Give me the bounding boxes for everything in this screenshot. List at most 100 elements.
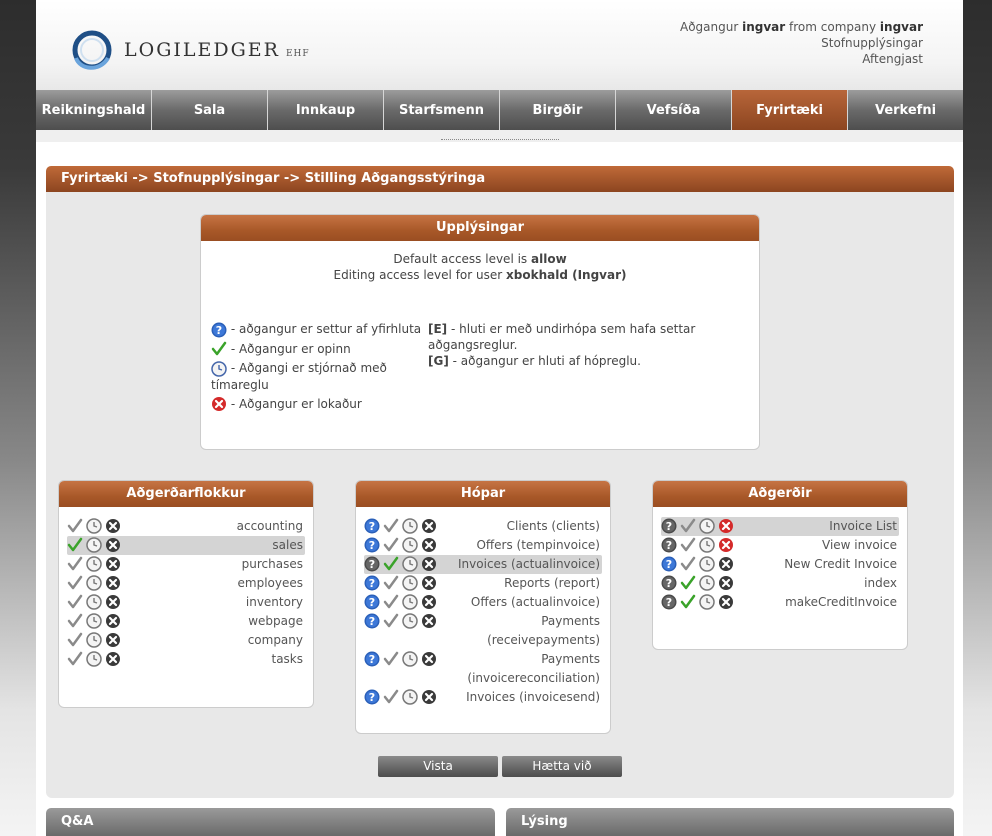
categories-row[interactable]: company xyxy=(67,631,305,650)
clock-icon[interactable] xyxy=(699,575,715,591)
clock-icon[interactable] xyxy=(86,518,102,534)
nav-item-sales[interactable]: Sala xyxy=(152,90,268,130)
actions-row[interactable]: ? New Credit Invoice xyxy=(661,555,899,574)
cross-icon[interactable] xyxy=(421,651,437,667)
cancel-button[interactable]: Hætta við xyxy=(502,756,622,777)
check-icon[interactable] xyxy=(680,575,696,591)
check-icon[interactable] xyxy=(383,575,399,591)
categories-row[interactable]: tasks xyxy=(67,650,305,669)
nav-item-inventory[interactable]: Birgðir xyxy=(500,90,616,130)
question-icon[interactable]: ? xyxy=(364,537,380,553)
cross-icon[interactable] xyxy=(718,518,734,534)
cross-icon[interactable] xyxy=(421,518,437,534)
cross-icon[interactable] xyxy=(718,575,734,591)
check-icon[interactable] xyxy=(680,594,696,610)
clock-icon[interactable] xyxy=(86,632,102,648)
check-icon[interactable] xyxy=(67,556,83,572)
clock-icon[interactable] xyxy=(402,556,418,572)
nav-item-tasks[interactable]: Verkefni xyxy=(848,90,963,130)
cross-icon[interactable] xyxy=(421,689,437,705)
clock-icon[interactable] xyxy=(402,651,418,667)
nav-item-purchases[interactable]: Innkaup xyxy=(268,90,384,130)
cross-icon[interactable] xyxy=(105,632,121,648)
actions-row[interactable]: ? makeCreditInvoice xyxy=(661,593,899,612)
categories-row[interactable]: accounting xyxy=(67,517,305,536)
clock-icon[interactable] xyxy=(86,537,102,553)
check-icon[interactable] xyxy=(67,575,83,591)
groups-row[interactable]: ? Clients (clients) xyxy=(364,517,602,536)
question-icon[interactable]: ? xyxy=(364,594,380,610)
check-icon[interactable] xyxy=(67,613,83,629)
check-icon[interactable] xyxy=(383,518,399,534)
actions-row[interactable]: ? index xyxy=(661,574,899,593)
cross-icon[interactable] xyxy=(105,537,121,553)
groups-row[interactable]: ? Invoices (actualinvoice) xyxy=(364,555,602,574)
question-icon[interactable]: ? xyxy=(364,689,380,705)
categories-row[interactable]: webpage xyxy=(67,612,305,631)
check-icon[interactable] xyxy=(67,651,83,667)
logo[interactable]: LOGILEDGER EHF xyxy=(70,28,310,72)
cross-icon[interactable] xyxy=(421,537,437,553)
clock-icon[interactable] xyxy=(402,613,418,629)
question-icon[interactable]: ? xyxy=(661,518,677,534)
nav-item-employees[interactable]: Starfsmenn xyxy=(384,90,500,130)
clock-icon[interactable] xyxy=(402,575,418,591)
cross-icon[interactable] xyxy=(421,556,437,572)
check-icon[interactable] xyxy=(383,594,399,610)
question-icon[interactable]: ? xyxy=(364,651,380,667)
question-icon[interactable]: ? xyxy=(364,575,380,591)
actions-row[interactable]: ? View invoice xyxy=(661,536,899,555)
question-icon[interactable]: ? xyxy=(364,556,380,572)
clock-icon[interactable] xyxy=(402,594,418,610)
check-icon[interactable] xyxy=(383,689,399,705)
check-icon[interactable] xyxy=(67,518,83,534)
cross-icon[interactable] xyxy=(105,613,121,629)
cross-icon[interactable] xyxy=(421,594,437,610)
logout-link[interactable]: Aftengjast xyxy=(680,51,923,67)
clock-icon[interactable] xyxy=(86,594,102,610)
categories-row[interactable]: inventory xyxy=(67,593,305,612)
cross-icon[interactable] xyxy=(718,594,734,610)
settings-link[interactable]: Stofnupplýsingar xyxy=(680,35,923,51)
cross-icon[interactable] xyxy=(718,537,734,553)
question-icon[interactable]: ? xyxy=(661,537,677,553)
check-icon[interactable] xyxy=(680,537,696,553)
groups-row[interactable]: ? Reports (report) xyxy=(364,574,602,593)
question-icon[interactable]: ? xyxy=(661,594,677,610)
check-icon[interactable] xyxy=(383,651,399,667)
clock-icon[interactable] xyxy=(699,518,715,534)
clock-icon[interactable] xyxy=(86,556,102,572)
nav-item-accounting[interactable]: Reikningshald xyxy=(36,90,152,130)
cross-icon[interactable] xyxy=(105,556,121,572)
cross-icon[interactable] xyxy=(421,613,437,629)
clock-icon[interactable] xyxy=(402,518,418,534)
check-icon[interactable] xyxy=(680,518,696,534)
check-icon[interactable] xyxy=(67,594,83,610)
nav-item-company[interactable]: Fyrirtæki xyxy=(732,90,848,137)
actions-row[interactable]: ? Invoice List xyxy=(661,517,899,536)
nav-item-webpage[interactable]: Vefsíða xyxy=(616,90,732,130)
question-icon[interactable]: ? xyxy=(364,613,380,629)
question-icon[interactable]: ? xyxy=(661,575,677,591)
clock-icon[interactable] xyxy=(699,556,715,572)
groups-row[interactable]: ? Payments (invoicereconciliation) xyxy=(364,650,602,688)
groups-row[interactable]: ? Offers (actualinvoice) xyxy=(364,593,602,612)
categories-row[interactable]: employees xyxy=(67,574,305,593)
check-icon[interactable] xyxy=(67,537,83,553)
cross-icon[interactable] xyxy=(105,575,121,591)
categories-row[interactable]: purchases xyxy=(67,555,305,574)
clock-icon[interactable] xyxy=(86,651,102,667)
check-icon[interactable] xyxy=(67,632,83,648)
clock-icon[interactable] xyxy=(699,537,715,553)
check-icon[interactable] xyxy=(383,613,399,629)
cross-icon[interactable] xyxy=(105,594,121,610)
cross-icon[interactable] xyxy=(718,556,734,572)
clock-icon[interactable] xyxy=(86,613,102,629)
cross-icon[interactable] xyxy=(421,575,437,591)
clock-icon[interactable] xyxy=(402,537,418,553)
groups-row[interactable]: ? Invoices (invoicesend) xyxy=(364,688,602,707)
clock-icon[interactable] xyxy=(402,689,418,705)
clock-icon[interactable] xyxy=(86,575,102,591)
check-icon[interactable] xyxy=(383,556,399,572)
clock-icon[interactable] xyxy=(699,594,715,610)
